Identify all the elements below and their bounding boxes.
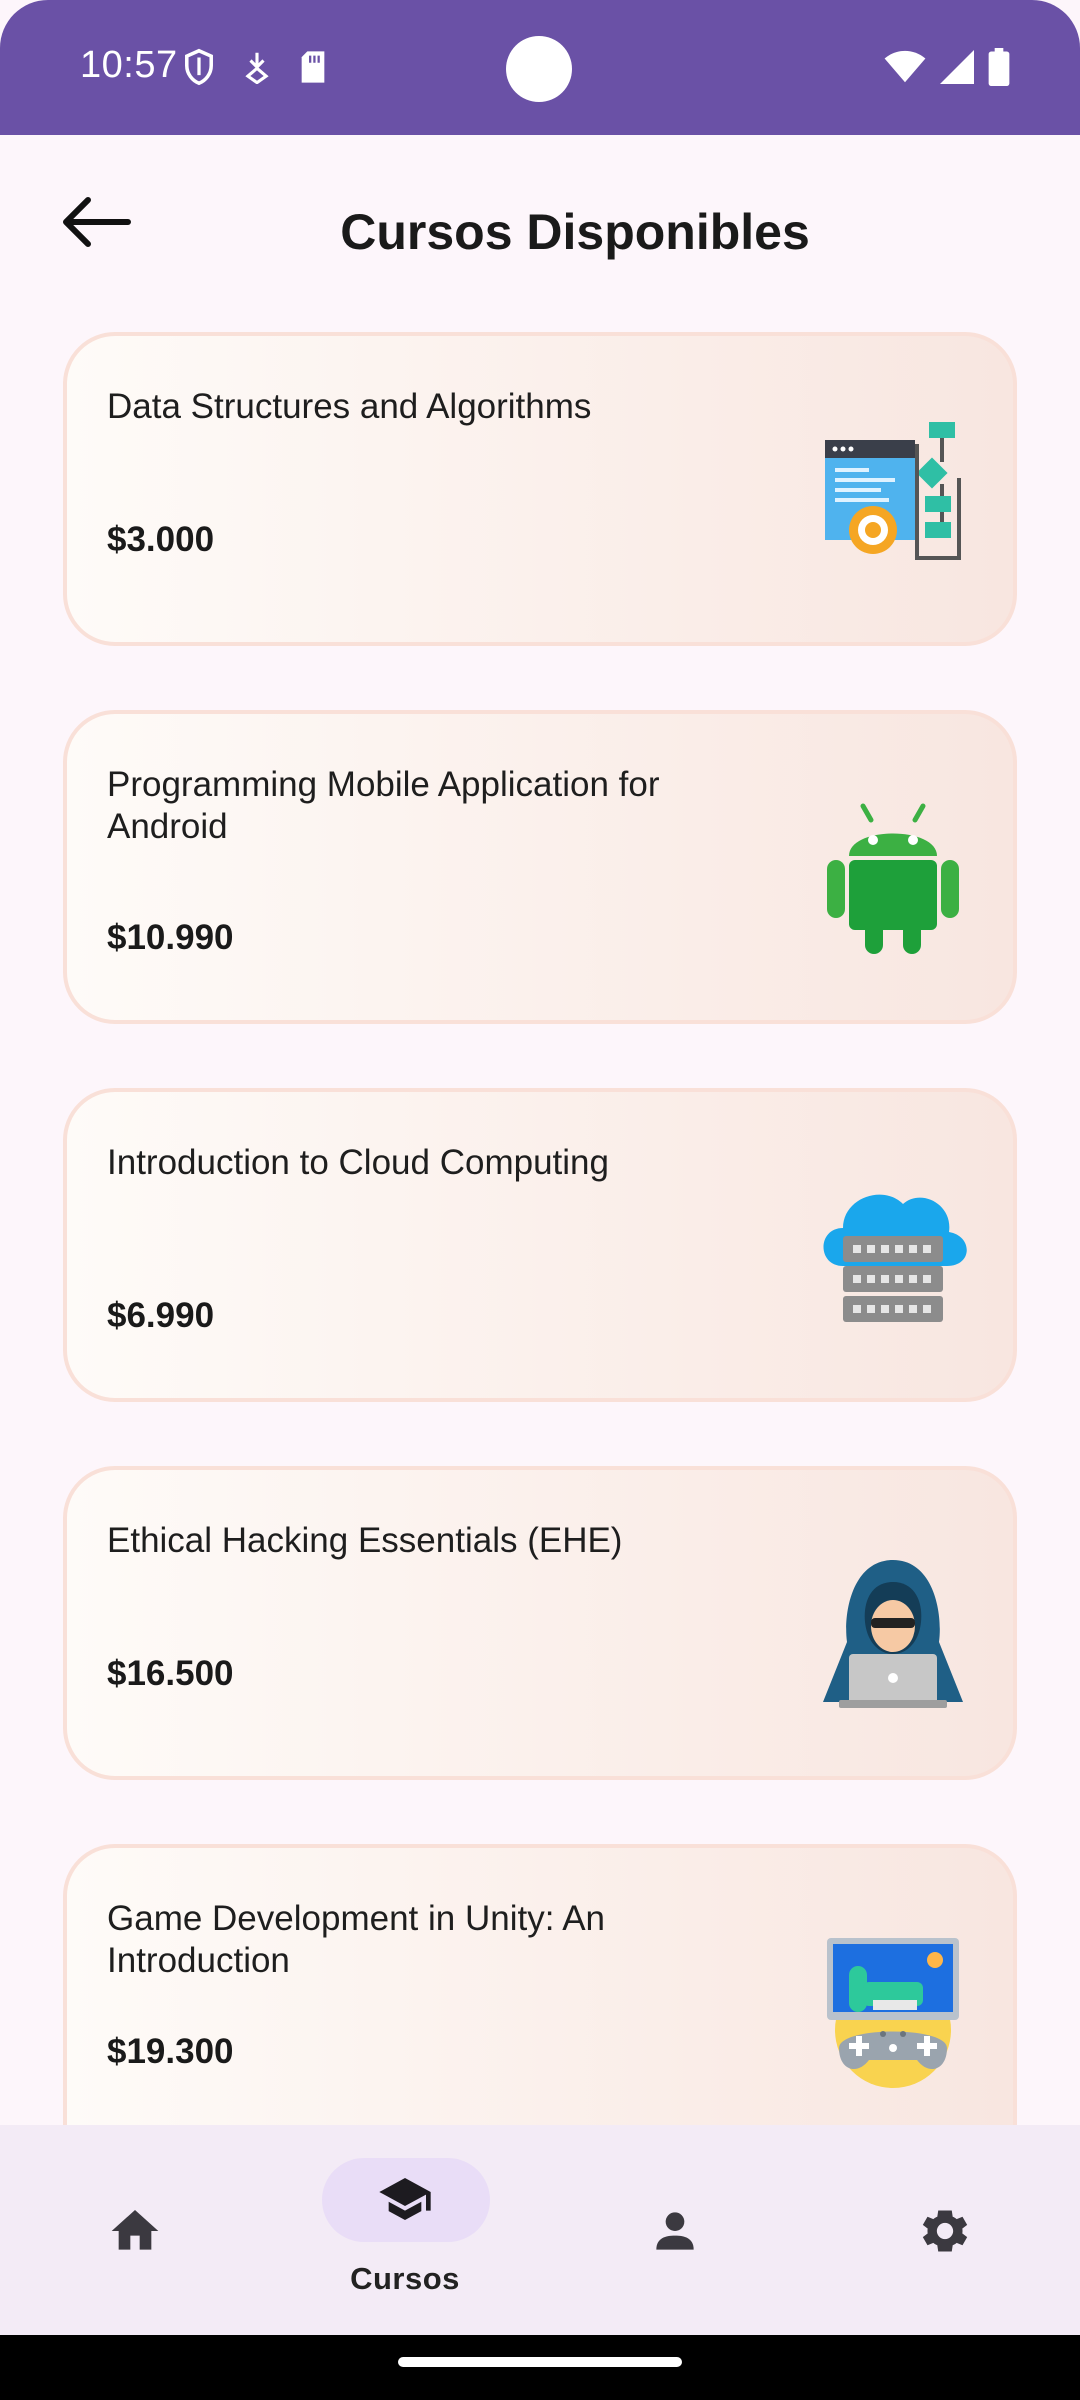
- signal-icon: [940, 50, 974, 84]
- home-icon: [111, 2210, 159, 2250]
- nav-item-settings[interactable]: [810, 2125, 1080, 2335]
- course-price: $16.500: [107, 1654, 234, 1693]
- status-left-icons: [182, 48, 328, 86]
- course-title: Introduction to Cloud Computing: [107, 1143, 609, 1182]
- course-list: Data Structures and Algorithms $3.000 Pr…: [63, 332, 1017, 2198]
- course-title: Game Development in Unity: An Introducti…: [107, 1899, 606, 1980]
- person-icon: [656, 2212, 694, 2250]
- battery-icon: [988, 48, 1010, 86]
- shield-icon: [185, 48, 213, 86]
- course-price: $3.000: [107, 520, 215, 559]
- nav-label-courses: Cursos: [350, 2261, 460, 2296]
- location-download-icon: [245, 52, 269, 84]
- course-card[interactable]: Introduction to Cloud Computing $6.990: [63, 1088, 1017, 1402]
- course-card[interactable]: Game Development in Unity: An Introducti…: [63, 1844, 1017, 2134]
- game-dev-icon: [827, 1938, 959, 2088]
- course-card[interactable]: Data Structures and Algorithms $3.000: [63, 332, 1017, 646]
- nav-item-home[interactable]: [0, 2125, 270, 2335]
- gesture-navigation-area: [0, 2335, 1080, 2400]
- home-gesture-handle[interactable]: [398, 2357, 682, 2367]
- camera-cutout: [506, 36, 572, 102]
- hacker-icon: [823, 1560, 963, 1708]
- gear-icon: [922, 2210, 968, 2252]
- bottom-navigation: Cursos: [0, 2125, 1080, 2335]
- course-price: $6.990: [107, 1296, 215, 1335]
- status-time: 10:57: [80, 44, 178, 86]
- course-title: Ethical Hacking Essentials (EHE): [107, 1521, 623, 1560]
- page-title: Cursos Disponibles: [340, 204, 810, 260]
- android-icon: [827, 803, 959, 954]
- flowchart-icon: [825, 422, 961, 560]
- course-card[interactable]: Programming Mobile Application for Andro…: [63, 710, 1017, 1024]
- status-bar: 10:57: [0, 0, 1080, 135]
- wifi-icon: [884, 50, 926, 83]
- nav-item-profile[interactable]: [540, 2125, 810, 2335]
- course-card[interactable]: Ethical Hacking Essentials (EHE) $16.500: [63, 1466, 1017, 1780]
- course-title: Data Structures and Algorithms: [107, 387, 592, 426]
- app-header: Cursos Disponibles: [0, 135, 1080, 335]
- graduation-cap-icon: [379, 2178, 431, 2220]
- cloud-server-icon: [823, 1194, 967, 1322]
- course-title: Programming Mobile Application for Andro…: [107, 765, 660, 846]
- sd-card-icon: [301, 51, 325, 83]
- course-price: $19.300: [107, 2032, 234, 2071]
- status-right-icons: [884, 48, 1010, 86]
- nav-item-courses[interactable]: Cursos: [270, 2125, 540, 2335]
- course-price: $10.990: [107, 918, 234, 957]
